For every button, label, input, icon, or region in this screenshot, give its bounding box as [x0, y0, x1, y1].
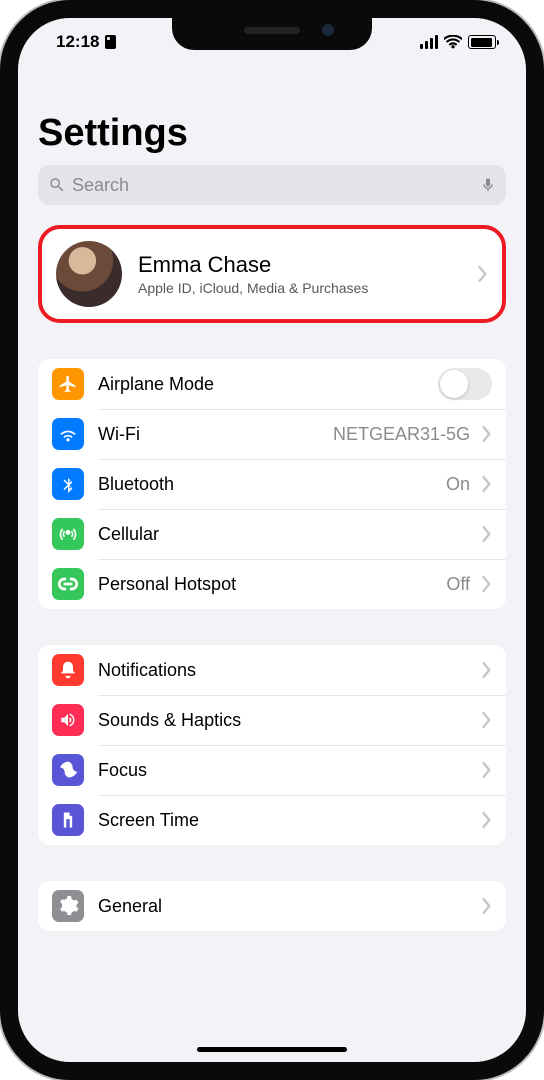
- sim-icon: [105, 35, 116, 49]
- chevron-right-icon: [482, 712, 492, 728]
- mic-icon[interactable]: [480, 175, 496, 195]
- row-label: Airplane Mode: [98, 374, 438, 395]
- settings-group-1: Airplane Mode Wi-Fi NETGEAR31-5G Bluetoo…: [38, 359, 506, 609]
- status-time: 12:18: [56, 32, 99, 52]
- chevron-right-icon: [482, 762, 492, 778]
- page-title: Settings: [38, 66, 506, 165]
- settings-group-3: General: [38, 881, 506, 931]
- notifications-icon: [52, 654, 84, 686]
- chevron-right-icon: [478, 266, 488, 282]
- chevron-right-icon: [482, 476, 492, 492]
- row-personal-hotspot[interactable]: Personal Hotspot Off: [38, 559, 506, 609]
- hotspot-icon: [52, 568, 84, 600]
- chevron-right-icon: [482, 526, 492, 542]
- row-sounds-haptics[interactable]: Sounds & Haptics: [38, 695, 506, 745]
- search-icon: [48, 176, 66, 194]
- row-cellular[interactable]: Cellular: [38, 509, 506, 559]
- row-label: General: [98, 896, 478, 917]
- row-label: Focus: [98, 760, 478, 781]
- search-input[interactable]: Search: [38, 165, 506, 205]
- row-screen-time[interactable]: Screen Time: [38, 795, 506, 845]
- cellular-icon: [52, 518, 84, 550]
- chevron-right-icon: [482, 812, 492, 828]
- notch: [172, 16, 372, 50]
- row-label: Wi-Fi: [98, 424, 333, 445]
- battery-icon: [468, 35, 496, 49]
- chevron-right-icon: [482, 576, 492, 592]
- focus-icon: [52, 754, 84, 786]
- airplane-icon: [52, 368, 84, 400]
- row-label: Cellular: [98, 524, 478, 545]
- home-indicator[interactable]: [197, 1047, 347, 1052]
- row-label: Bluetooth: [98, 474, 446, 495]
- wifi-icon: [444, 35, 462, 49]
- chevron-right-icon: [482, 898, 492, 914]
- airplane-toggle[interactable]: [438, 368, 492, 400]
- row-label: Sounds & Haptics: [98, 710, 478, 731]
- screen-time-icon: [52, 804, 84, 836]
- row-bluetooth[interactable]: Bluetooth On: [38, 459, 506, 509]
- row-value: Off: [446, 574, 470, 595]
- row-wifi[interactable]: Wi-Fi NETGEAR31-5G: [38, 409, 506, 459]
- bluetooth-icon: [52, 468, 84, 500]
- settings-group-2: Notifications Sounds & Haptics Focus: [38, 645, 506, 845]
- phone-frame: 12:18 Settings Search: [0, 0, 544, 1080]
- search-placeholder: Search: [72, 175, 480, 196]
- general-icon: [52, 890, 84, 922]
- row-label: Screen Time: [98, 810, 478, 831]
- apple-id-row[interactable]: Emma Chase Apple ID, iCloud, Media & Pur…: [38, 225, 506, 323]
- chevron-right-icon: [482, 426, 492, 442]
- row-label: Notifications: [98, 660, 478, 681]
- row-notifications[interactable]: Notifications: [38, 645, 506, 695]
- row-general[interactable]: General: [38, 881, 506, 931]
- avatar: [56, 241, 122, 307]
- wifi-row-icon: [52, 418, 84, 450]
- row-airplane-mode[interactable]: Airplane Mode: [38, 359, 506, 409]
- row-focus[interactable]: Focus: [38, 745, 506, 795]
- row-value: On: [446, 474, 470, 495]
- row-label: Personal Hotspot: [98, 574, 446, 595]
- screen: 12:18 Settings Search: [18, 18, 526, 1062]
- sounds-icon: [52, 704, 84, 736]
- chevron-right-icon: [482, 662, 492, 678]
- row-value: NETGEAR31-5G: [333, 424, 470, 445]
- cellular-signal-icon: [420, 35, 439, 49]
- profile-subtitle: Apple ID, iCloud, Media & Purchases: [138, 280, 474, 296]
- profile-name: Emma Chase: [138, 252, 474, 278]
